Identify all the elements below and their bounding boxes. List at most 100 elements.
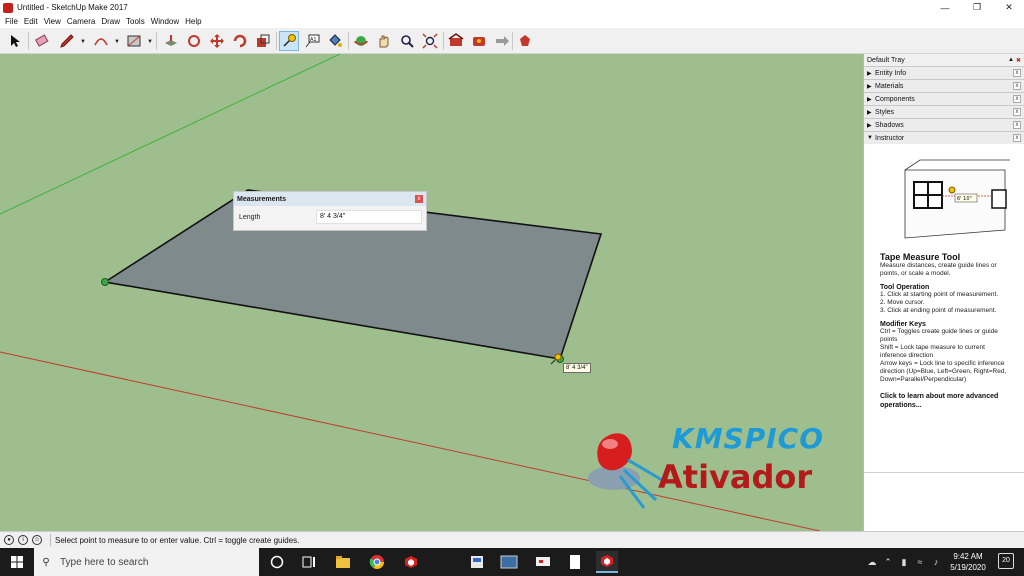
close-button[interactable]: ✕ <box>994 0 1024 15</box>
taskbar-search-box[interactable]: ⚲ Type here to search <box>34 548 259 576</box>
user-icon[interactable]: ☺ <box>32 535 42 545</box>
tray-header: Default Tray ▲ ✖ <box>864 54 1024 66</box>
credits-icon[interactable]: i <box>18 535 28 545</box>
arc-dropdown[interactable]: ▼ <box>114 39 120 45</box>
panel-label: Components <box>875 95 915 103</box>
panel-label: Styles <box>875 108 895 116</box>
instructor-tool-name: Tape Measure Tool <box>880 252 961 262</box>
weather-icon[interactable]: ☁ <box>866 556 878 568</box>
menu-camera[interactable]: Camera <box>64 17 98 26</box>
sketchup-active-taskbar-icon[interactable] <box>596 551 618 573</box>
scale-icon[interactable] <box>253 31 273 51</box>
taskbar: ⚲ Type here to search ☁ ⌃ ▮ ≈ ♪ 9:42 AM … <box>0 548 1024 576</box>
sketchup-taskbar-icon[interactable] <box>400 551 422 573</box>
title-bar: Untitled - SketchUp Make 2017 — ❐ ✕ <box>0 0 1024 15</box>
select-icon[interactable] <box>5 31 25 51</box>
task-view-icon[interactable] <box>298 551 320 573</box>
menu-draw[interactable]: Draw <box>98 17 123 26</box>
instructor-content: 6' 10" Tape Measure Tool Measure distanc… <box>864 144 1024 524</box>
paint-bucket-icon[interactable] <box>325 31 345 51</box>
menu-help[interactable]: Help <box>182 17 204 26</box>
pencil-dropdown[interactable]: ▼ <box>80 39 86 45</box>
orbit-icon[interactable] <box>351 31 371 51</box>
pin-icon[interactable]: ▲ <box>1008 57 1014 64</box>
measurements-header: Measurements x <box>234 192 426 206</box>
show-hidden-icons-icon[interactable]: ⌃ <box>882 556 894 568</box>
status-text: Select point to measure to or enter valu… <box>55 535 300 545</box>
maximize-button[interactable]: ❐ <box>962 0 992 15</box>
follow-me-icon[interactable] <box>184 31 204 51</box>
panel-entity-info[interactable]: ▶ Entity Info x <box>864 66 1024 79</box>
battery-icon[interactable]: ▮ <box>898 556 910 568</box>
push-pull-icon[interactable] <box>161 31 181 51</box>
wifi-icon[interactable]: ≈ <box>914 556 926 568</box>
taskbar-clock[interactable]: 9:42 AM 5/19/2020 <box>940 551 996 573</box>
default-tray: Default Tray ▲ ✖ ▶ Entity Info x ▶ Mater… <box>863 54 1024 531</box>
start-button[interactable] <box>0 548 34 576</box>
sketchup-window: Untitled - SketchUp Make 2017 — ❐ ✕ File… <box>0 0 1024 576</box>
instructor-modifier-heading: Modifier Keys <box>880 321 926 328</box>
file-explorer-icon[interactable] <box>332 551 354 573</box>
instructor-more-link[interactable]: Click to learn about more advanced opera… <box>880 392 1009 410</box>
measurements-close-button[interactable]: x <box>415 195 423 203</box>
panel-materials[interactable]: ▶ Materials x <box>864 79 1024 92</box>
panel-close-icon[interactable]: x <box>1013 134 1021 142</box>
eraser-icon[interactable] <box>32 31 52 51</box>
menu-tools[interactable]: Tools <box>123 17 148 26</box>
display-app-icon[interactable] <box>532 551 554 573</box>
watermark-logo: KMSPICO Ativador <box>584 420 834 510</box>
instructor-step: 3. Click at ending point of measurement. <box>880 307 997 314</box>
panel-shadows[interactable]: ▶ Shadows x <box>864 118 1024 131</box>
panel-label: Entity Info <box>875 69 907 77</box>
extension-manager-icon[interactable] <box>515 31 535 51</box>
cortana-icon[interactable] <box>266 551 288 573</box>
green-axis <box>0 54 341 215</box>
measurements-title: Measurements <box>237 195 287 203</box>
measurements-label: Length <box>239 213 261 221</box>
document-app-icon[interactable] <box>466 551 488 573</box>
minimize-button[interactable]: — <box>930 0 960 15</box>
menu-edit[interactable]: Edit <box>21 17 41 26</box>
text-icon[interactable]: A1 <box>302 31 322 51</box>
panel-close-icon[interactable]: x <box>1013 108 1021 116</box>
rectangle-dropdown[interactable]: ▼ <box>147 39 153 45</box>
zoom-extents-icon[interactable] <box>420 31 440 51</box>
menu-view[interactable]: View <box>41 17 64 26</box>
3d-viewport[interactable]: Measurements x Length 8' 4 3/4" 8' 4 3/4… <box>0 54 863 531</box>
pan-icon[interactable] <box>374 31 394 51</box>
instructor-modifier-line: Shift = Lock tape measure to current inf… <box>880 344 985 359</box>
send-to-layout-icon[interactable] <box>492 31 512 51</box>
panel-instructor[interactable]: ▼ Instructor x <box>864 131 1024 144</box>
panel-close-icon[interactable]: x <box>1013 121 1021 129</box>
panel-styles[interactable]: ▶ Styles x <box>864 105 1024 118</box>
geo-location-icon[interactable]: ● <box>4 535 14 545</box>
chrome-icon[interactable] <box>366 551 388 573</box>
arc-icon[interactable] <box>91 31 111 51</box>
tape-measure-icon[interactable] <box>279 31 299 51</box>
toolbar: ▼ ▼ ▼ A1 <box>0 28 1024 54</box>
notepad-icon[interactable] <box>564 551 586 573</box>
rotate-icon[interactable] <box>230 31 250 51</box>
menu-file[interactable]: File <box>2 17 21 26</box>
warehouse-icon[interactable] <box>446 31 466 51</box>
length-tooltip: 8' 4 3/4" <box>563 363 591 373</box>
extension-warehouse-icon[interactable] <box>469 31 489 51</box>
tray-empty-area <box>864 472 1024 531</box>
panel-close-icon[interactable]: x <box>1013 69 1021 77</box>
rectangle-icon[interactable] <box>124 31 144 51</box>
panel-close-icon[interactable]: x <box>1013 82 1021 90</box>
measurements-value-field[interactable]: 8' 4 3/4" <box>316 210 422 224</box>
panel-label: Materials <box>875 82 904 90</box>
instructor-tool-desc: Measure distances, create guide lines or… <box>880 262 997 277</box>
notification-center-icon[interactable]: 20 <box>998 553 1014 569</box>
tray-close-icon[interactable]: ✖ <box>1016 57 1021 64</box>
zoom-icon[interactable] <box>397 31 417 51</box>
notification-count: 20 <box>1002 557 1010 564</box>
menu-window[interactable]: Window <box>148 17 182 26</box>
panel-label: Shadows <box>875 121 904 129</box>
terminal-app-icon[interactable] <box>498 551 520 573</box>
panel-close-icon[interactable]: x <box>1013 95 1021 103</box>
pencil-icon[interactable] <box>57 31 77 51</box>
move-icon[interactable] <box>207 31 227 51</box>
panel-components[interactable]: ▶ Components x <box>864 92 1024 105</box>
